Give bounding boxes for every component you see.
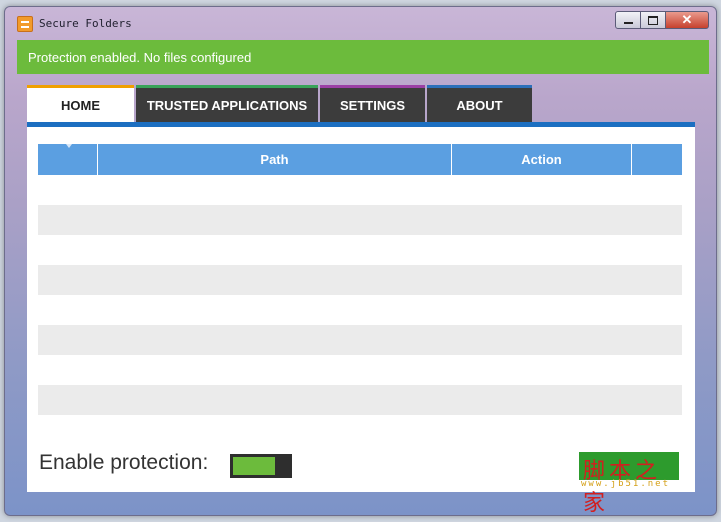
tab-home[interactable]: HOME <box>27 85 134 122</box>
tab-trusted-applications[interactable]: TRUSTED APPLICATIONS <box>136 85 318 122</box>
tab-about[interactable]: ABOUT <box>427 85 532 122</box>
app-folder-icon <box>17 16 33 32</box>
action-column-label: Action <box>521 152 562 167</box>
tab-trusted-applications-label: TRUSTED APPLICATIONS <box>146 97 308 113</box>
home-panel: Path Action Enable protection: 脚本之家 www.… <box>27 122 695 516</box>
table-row <box>38 175 682 205</box>
maximize-icon <box>648 15 658 25</box>
tab-settings-label: SETTINGS <box>339 97 405 113</box>
window-controls: ✕ <box>615 11 709 29</box>
tab-settings[interactable]: SETTINGS <box>320 85 425 122</box>
enable-protection-toggle[interactable] <box>230 454 292 478</box>
extra-column-header[interactable] <box>632 144 682 175</box>
action-column-header[interactable]: Action <box>452 144 632 175</box>
app-window: Secure Folders ✕ Protection enabled. No … <box>4 6 717 516</box>
select-column-header[interactable] <box>38 144 98 175</box>
minimize-icon <box>623 22 633 24</box>
table-row <box>38 355 682 385</box>
table-row <box>38 205 682 235</box>
table-row <box>38 385 682 415</box>
path-column-label: Path <box>260 152 289 167</box>
minimize-button[interactable] <box>615 11 641 29</box>
status-banner: Protection enabled. No files configured <box>17 40 709 74</box>
status-text: Protection enabled. No files configured <box>28 49 252 65</box>
watermark-url: www.jb51.net <box>581 479 671 489</box>
enable-protection-label: Enable protection: <box>39 451 209 474</box>
path-column-header[interactable]: Path <box>98 144 452 175</box>
sort-indicator-icon <box>66 144 72 148</box>
tab-home-label: HOME <box>61 97 100 113</box>
table-row <box>38 295 682 325</box>
toggle-on-indicator <box>233 457 275 475</box>
tab-bar: HOME TRUSTED APPLICATIONS SETTINGS ABOUT <box>27 85 534 122</box>
maximize-button[interactable] <box>640 11 666 29</box>
table-row <box>38 235 682 265</box>
table-header: Path Action <box>38 144 682 175</box>
site-watermark: 脚本之家 www.jb51.net <box>579 452 681 516</box>
tab-about-label: ABOUT <box>456 97 503 113</box>
table-row <box>38 265 682 295</box>
close-button[interactable]: ✕ <box>665 11 709 29</box>
close-icon: ✕ <box>681 12 693 27</box>
window-title: Secure Folders <box>39 17 132 30</box>
title-bar[interactable]: Secure Folders ✕ <box>5 7 716 39</box>
folders-table-body[interactable] <box>38 175 682 415</box>
table-row <box>38 325 682 355</box>
